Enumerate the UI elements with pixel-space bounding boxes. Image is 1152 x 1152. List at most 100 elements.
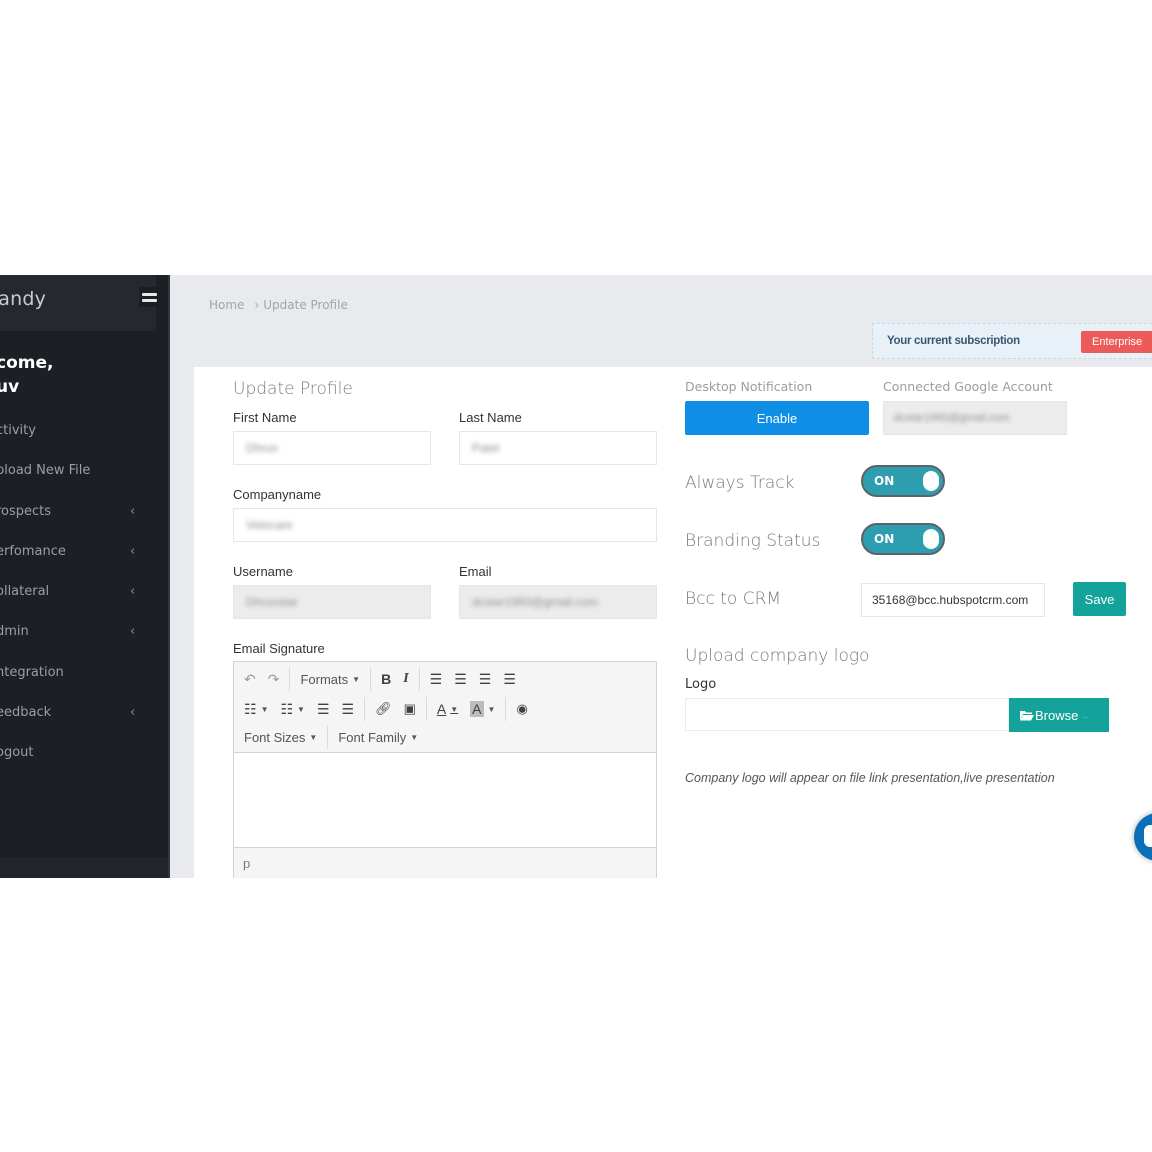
toolbar-divider xyxy=(370,667,372,691)
company-name-input[interactable]: Velocare xyxy=(233,508,657,542)
font-family-label: Font Family xyxy=(338,729,407,745)
last-name-value: Patel xyxy=(472,441,500,455)
chevron-left-icon: ‹ xyxy=(130,624,136,640)
caret-down-icon: ▼ xyxy=(309,732,318,742)
bcc-crm-input[interactable]: 35168@bcc.hubspotcrm.com xyxy=(861,583,1045,617)
sidebar-item-label: rospects xyxy=(0,503,52,519)
logo-label: Logo xyxy=(685,677,717,692)
username-value: Dhruvstar xyxy=(246,595,299,609)
formats-label: Formats xyxy=(300,671,349,687)
link-icon[interactable]: 🔗︎ xyxy=(369,697,398,721)
first-name-label: First Name xyxy=(233,410,297,425)
always-track-label: Always Track xyxy=(685,473,795,493)
email-value: dcstar1993@gmail.com xyxy=(472,595,599,609)
sidebar-item-label: eedback xyxy=(0,705,52,721)
chevron-left-icon: ‹ xyxy=(130,503,136,519)
bcc-crm-label: Bcc to CRM xyxy=(685,589,782,609)
company-name-label: Companyname xyxy=(233,487,322,502)
upload-logo-title: Upload company logo xyxy=(685,646,870,666)
sidebar-item-feedback[interactable]: eedback ‹ xyxy=(0,694,170,734)
font-sizes-label: Font Sizes xyxy=(244,729,306,745)
email-input[interactable]: dcstar1993@gmail.com xyxy=(459,585,657,619)
first-name-input[interactable]: Dhruv xyxy=(233,431,431,465)
subscription-plan-badge: Enterprise xyxy=(1081,331,1152,353)
branding-status-toggle[interactable]: ON xyxy=(861,523,945,555)
toolbar-divider xyxy=(505,697,507,721)
align-right-icon[interactable]: ☰ xyxy=(473,667,498,691)
caret-down-icon: ▼ xyxy=(450,704,459,714)
redo-icon[interactable]: ↷ xyxy=(262,667,286,691)
company-name-value: Velocare xyxy=(246,518,293,532)
chevron-left-icon: ‹ xyxy=(130,705,136,721)
sidebar-item-collateral[interactable]: ollateral ‹ xyxy=(0,573,170,613)
indent-icon[interactable]: ☰ xyxy=(336,697,361,721)
sidebar-item-performance[interactable]: erfomance ‹ xyxy=(0,533,170,573)
branding-status-label: Branding Status xyxy=(685,531,821,551)
welcome-username: uv xyxy=(0,377,20,397)
google-account-value: dcstar1993@gmail.com xyxy=(894,412,1010,424)
align-center-icon[interactable]: ☰ xyxy=(448,667,473,691)
username-input[interactable]: Dhruvstar xyxy=(233,585,431,619)
always-track-toggle[interactable]: ON xyxy=(861,465,945,497)
font-sizes-dropdown[interactable]: Font Sizes ▼ xyxy=(238,725,323,749)
breadcrumb: Home › Update Profile xyxy=(209,298,348,312)
sidebar-menu: ctivity pload New File rospects ‹ erfoman… xyxy=(0,412,170,775)
preview-eye-icon[interactable]: ◉ xyxy=(510,697,533,721)
bullet-list-icon[interactable]: ☷ ▼ xyxy=(238,697,274,721)
toolbar-divider xyxy=(289,667,291,691)
caret-down-icon: ▼ xyxy=(487,704,496,714)
save-bcc-button[interactable]: Save xyxy=(1073,582,1126,616)
menu-toggle-button[interactable] xyxy=(139,287,159,307)
sidebar-item-upload-new-file[interactable]: pload New File xyxy=(0,452,170,492)
editor-toolbar-row-2: ☷ ▼ ☷ ▼ ☰ ☰ 🔗︎ ▣ A ▼ A ▼ ◉ xyxy=(238,694,534,724)
email-signature-textarea[interactable] xyxy=(234,752,656,848)
toolbar-divider xyxy=(418,667,420,691)
toolbar-divider xyxy=(327,725,329,749)
browse-button[interactable]: Browse ... xyxy=(1009,698,1109,732)
align-justify-icon[interactable]: ☰ xyxy=(497,667,522,691)
font-family-dropdown[interactable]: Font Family ▼ xyxy=(332,725,424,749)
folder-open-icon xyxy=(1020,711,1034,721)
italic-button[interactable]: I xyxy=(397,667,414,691)
align-left-icon[interactable]: ☰ xyxy=(424,667,449,691)
sidebar-item-logout[interactable]: ogout xyxy=(0,734,170,774)
breadcrumb-current: Update Profile xyxy=(263,298,348,312)
desktop-notification-label: Desktop Notification xyxy=(685,379,813,394)
breadcrumb-home-link[interactable]: Home xyxy=(209,298,244,312)
editor-toolbar-row-3: Font Sizes ▼ Font Family ▼ xyxy=(238,722,424,752)
undo-icon[interactable]: ↶ xyxy=(238,667,262,691)
text-color-button[interactable]: A ▼ xyxy=(431,697,464,721)
background-color-button[interactable]: A ▼ xyxy=(464,697,501,721)
app-shell: nandy come, uv ctivity pload New File ro… xyxy=(0,275,1152,878)
sidebar-item-activity[interactable]: ctivity xyxy=(0,412,170,452)
google-account-field[interactable]: dcstar1993@gmail.com xyxy=(883,401,1067,435)
hamburger-icon-line xyxy=(141,298,157,302)
numbered-list-icon[interactable]: ☷ ▼ xyxy=(274,697,310,721)
profile-card: Update Profile First Name Dhruv Last Nam… xyxy=(194,367,1152,878)
sidebar-item-label: pload New File xyxy=(0,463,91,479)
image-icon[interactable]: ▣ xyxy=(398,697,422,721)
subscription-label: Your current subscription xyxy=(887,335,1020,347)
bg-color-glyph: A xyxy=(470,701,484,717)
sidebar-item-integration[interactable]: ntegration xyxy=(0,654,170,694)
sidebar-item-admin[interactable]: dmin ‹ xyxy=(0,613,170,653)
logo-file-input[interactable] xyxy=(685,698,1009,731)
sidebar-item-label: erfomance xyxy=(0,543,66,559)
subscription-banner: Your current subscription Enterprise xyxy=(872,323,1152,359)
sidebar-item-prospects[interactable]: rospects ‹ xyxy=(0,493,170,533)
chevron-left-icon: ‹ xyxy=(130,584,136,600)
main-content: Home › Update Profile Your current subscri… xyxy=(172,275,1152,878)
enable-notifications-button[interactable]: Enable xyxy=(685,401,869,435)
welcome-greeting: come, xyxy=(0,353,54,373)
logo-hint-text: Company logo will appear on file link pr… xyxy=(685,771,1055,785)
email-signature-label: Email Signature xyxy=(233,641,325,656)
caret-down-icon: ▼ xyxy=(410,732,419,742)
formats-dropdown[interactable]: Formats ▼ xyxy=(294,667,366,691)
outdent-icon[interactable]: ☰ xyxy=(311,697,336,721)
text-color-glyph: A xyxy=(436,701,447,717)
toggle-state-text: ON xyxy=(874,532,895,546)
last-name-input[interactable]: Patel xyxy=(459,431,657,465)
bold-button[interactable]: B xyxy=(375,667,397,691)
caret-down-icon: ▼ xyxy=(352,674,361,684)
brand-logo-text: nandy xyxy=(0,288,47,310)
